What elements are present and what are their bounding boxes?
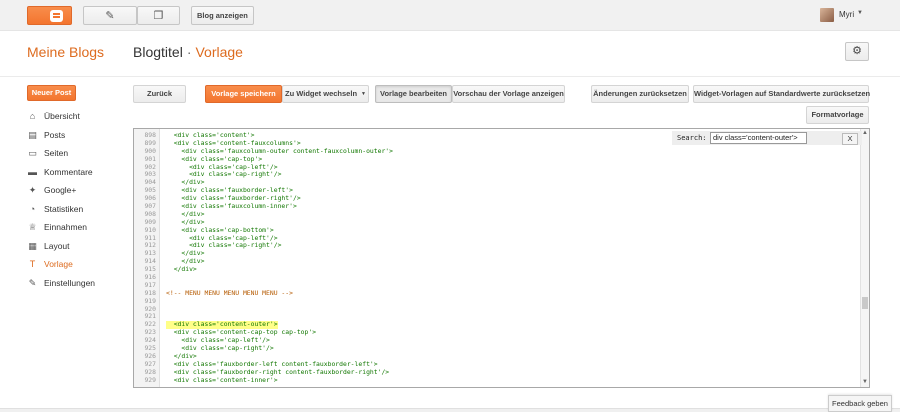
jump-to-widget-dropdown[interactable]: Zu Widget wechseln ▼	[282, 85, 369, 103]
sidebar-item-template[interactable]: T Vorlage	[27, 257, 127, 276]
code-line[interactable]: 925 <div class='cap-right'/>	[134, 344, 862, 353]
my-blogs-link[interactable]: Meine Blogs	[27, 44, 104, 60]
sidebar-item-label: Layout	[44, 240, 70, 251]
search-input[interactable]: div class='content-outer'>	[710, 132, 807, 144]
search-label: Search:	[677, 134, 707, 142]
code-line[interactable]: 907 <div class='fauxcolumn-inner'>	[134, 202, 862, 211]
sidebar-item-label: Posts	[44, 129, 66, 140]
template-icon: T	[29, 259, 36, 269]
jump-to-widget-label: Zu Widget wechseln	[285, 89, 358, 98]
sidebar-item-label: Google+	[44, 185, 77, 195]
trophy-icon: ♕	[28, 222, 37, 232]
code-text: <!-- MENU MENU MENU MENU MENU -->	[166, 288, 293, 297]
stats-icon: ◔	[29, 203, 36, 214]
posts-icon: ▤	[28, 129, 37, 140]
code-line[interactable]: 913 </div>	[134, 249, 862, 258]
pencil-icon: ✎	[105, 10, 115, 22]
code-text: <div class='content-inner'>	[166, 375, 278, 384]
sidebar-item-home[interactable]: ⌂ Übersicht	[27, 109, 127, 128]
scrollbar-thumb[interactable]	[862, 297, 868, 309]
sidebar-item-label: Statistiken	[44, 203, 84, 214]
sidebar-item-label: Übersicht	[44, 111, 80, 121]
chevron-down-icon: ▼	[361, 91, 366, 98]
blogger-home-button[interactable]	[27, 6, 72, 25]
google-plus-icon: ✦	[28, 185, 37, 195]
user-name: Myri	[839, 10, 855, 19]
search-bar: Search: div class='content-outer'> X	[672, 131, 862, 145]
footer-divider	[0, 408, 900, 412]
scroll-up-icon[interactable]: ▲	[861, 129, 869, 138]
feedback-button[interactable]: Feedback geben	[828, 395, 892, 412]
gear-icon: ⚙	[852, 45, 862, 57]
pages-button[interactable]: ❐	[137, 6, 180, 25]
code-line[interactable]: 918 <!-- MENU MENU MENU MENU MENU -->	[134, 288, 862, 298]
editor-scrollbar[interactable]: ▲ ▼	[860, 129, 869, 387]
format-template-button[interactable]: Formatvorlage	[806, 106, 869, 124]
code-line[interactable]: 903 <div class='cap-right'/>	[134, 171, 862, 179]
reset-widget-templates-button[interactable]: Widget-Vorlagen auf Standardwerte zurück…	[693, 85, 870, 103]
avatar[interactable]	[820, 8, 834, 22]
preview-template-button[interactable]: Vorschau der Vorlage anzeigen	[452, 85, 565, 103]
back-button[interactable]: Zurück	[133, 85, 186, 103]
view-blog-button[interactable]: Blog anzeigen	[191, 6, 254, 25]
layout-icon: ▦	[28, 240, 37, 251]
code-line[interactable]: 908 </div>	[134, 210, 862, 219]
new-post-button[interactable]: Neuer Post	[27, 85, 76, 101]
code-line[interactable]: 919	[134, 297, 862, 306]
code-line[interactable]: 912 <div class='cap-right'/>	[134, 242, 862, 250]
sidebar-item-label: Seiten	[44, 148, 69, 158]
code-text: </div>	[166, 265, 197, 274]
sidebar-item-label: Einstellungen	[44, 277, 96, 288]
save-template-button[interactable]: Vorlage speichern	[205, 85, 282, 103]
code-line[interactable]: 920	[134, 305, 862, 314]
sidebar-item-wrench[interactable]: ✎ Einstellungen	[27, 276, 127, 295]
sidebar-item-label: Kommentare	[44, 166, 93, 177]
code-lines[interactable]: 898 <div class='content'> 899 <div class=…	[134, 131, 862, 385]
code-editor[interactable]: 898 <div class='content'> 899 <div class=…	[133, 128, 870, 388]
sidebar-item-layout[interactable]: ▦ Layout	[27, 239, 127, 258]
edit-template-button[interactable]: Vorlage bearbeiten	[375, 85, 452, 103]
sidebar-item-stats[interactable]: ◔ Statistiken	[27, 202, 127, 221]
sidebar-item-posts[interactable]: ▤ Posts	[27, 128, 127, 147]
code-line[interactable]: 929 <div class='content-inner'>	[134, 375, 862, 385]
chevron-down-icon[interactable]: ▼	[857, 10, 863, 16]
revert-changes-button[interactable]: Änderungen zurücksetzen	[591, 85, 689, 103]
copy-icon: ❐	[153, 10, 164, 22]
page-title: Blogtitel · Vorlage	[133, 44, 243, 60]
compose-button[interactable]: ✎	[83, 6, 137, 25]
comment-icon: ▬	[28, 166, 37, 177]
sidebar-item-google-plus[interactable]: ✦ Google+	[27, 183, 127, 202]
home-icon: ⌂	[29, 111, 36, 121]
sidebar-item-comment[interactable]: ▬ Kommentare	[27, 165, 127, 184]
code-line[interactable]: 915 </div>	[134, 265, 862, 274]
sidebar-item-pages[interactable]: ▭ Seiten	[27, 146, 127, 165]
sidebar-item-label: Vorlage	[44, 259, 73, 269]
title-separator: ·	[186, 44, 192, 60]
close-search-button[interactable]: X	[842, 133, 858, 145]
blog-title[interactable]: Blogtitel	[133, 44, 183, 60]
blogger-logo-icon	[50, 10, 63, 22]
sidebar-nav: ⌂ Übersicht ▤ Posts ▭ Seiten ▬ Kommentare ✦ Googl…	[27, 109, 127, 294]
code-line[interactable]: 916	[134, 273, 862, 282]
section-title: Vorlage	[195, 44, 243, 60]
code-line[interactable]: 914 </div>	[134, 257, 862, 266]
wrench-icon: ✎	[28, 277, 37, 288]
sidebar-item-label: Einnahmen	[44, 222, 88, 232]
top-bar: ✎ ❐ Blog anzeigen Myri ▼	[0, 0, 900, 31]
sidebar-item-trophy[interactable]: ♕ Einnahmen	[27, 220, 127, 239]
page-header: Meine Blogs Blogtitel · Vorlage ⚙	[0, 31, 900, 77]
pages-icon: ▭	[28, 148, 37, 158]
line-number: 929	[144, 375, 156, 384]
settings-button[interactable]: ⚙	[845, 42, 869, 61]
scroll-down-icon[interactable]: ▼	[861, 378, 869, 387]
